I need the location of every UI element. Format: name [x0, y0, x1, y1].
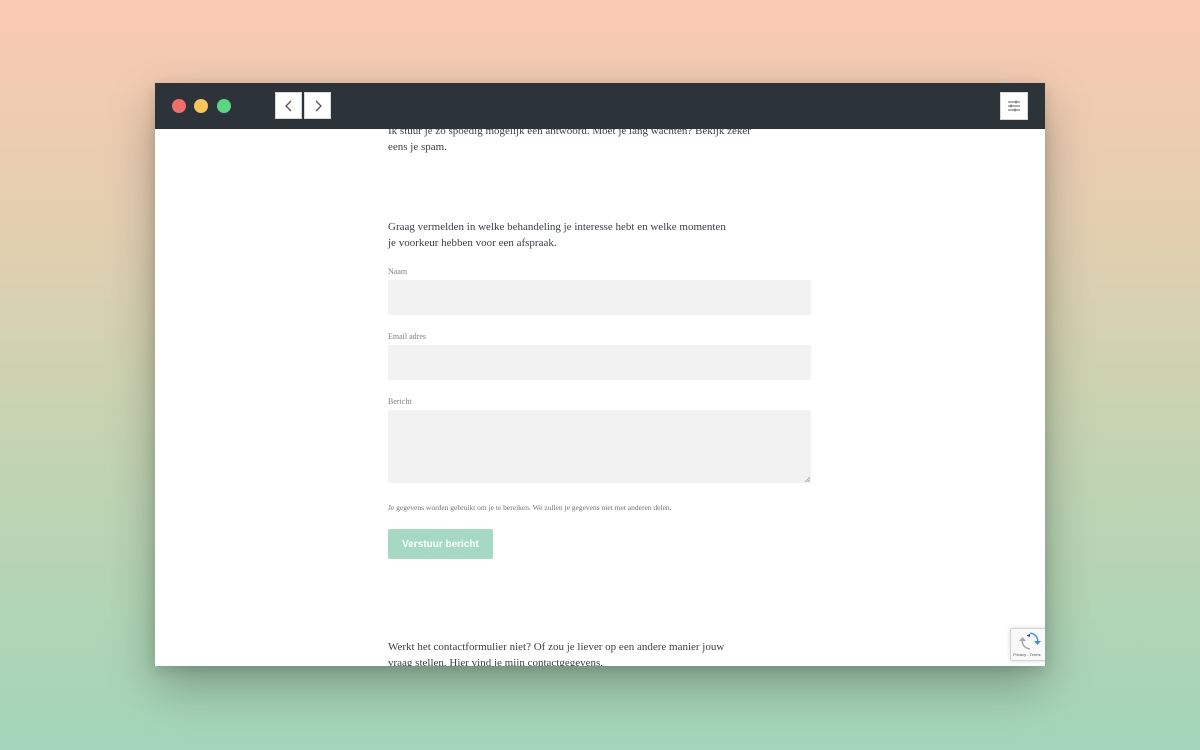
recaptcha-badge[interactable]: Privacy - Terms	[1010, 628, 1045, 661]
name-field[interactable]	[388, 280, 811, 315]
submit-button[interactable]: Verstuur bericht	[388, 529, 493, 559]
page-content: Ik stuur je zo spoedig mogelijk een antw…	[155, 83, 1045, 666]
menu-button[interactable]	[1000, 92, 1028, 120]
maximize-window-button[interactable]	[217, 99, 231, 113]
email-label: Email adres	[388, 332, 426, 341]
forward-button[interactable]	[304, 92, 331, 119]
message-field[interactable]	[388, 410, 811, 483]
resize-grip-icon[interactable]	[804, 476, 810, 482]
chevron-right-icon	[315, 100, 322, 111]
back-button[interactable]	[275, 92, 302, 119]
close-window-button[interactable]	[172, 99, 186, 113]
name-label: Naam	[388, 267, 408, 276]
email-field[interactable]	[388, 345, 811, 380]
recaptcha-terms[interactable]: Privacy - Terms	[1013, 652, 1040, 657]
contact-alternative-text: Werkt het contactformulier niet? Of zou …	[388, 641, 725, 666]
message-label: Bericht	[388, 397, 412, 406]
sliders-icon	[1008, 100, 1020, 112]
chevron-left-icon	[284, 100, 291, 111]
privacy-note: Je gegevens worden gebruikt om je te ber…	[388, 503, 672, 512]
recaptcha-icon	[1019, 632, 1041, 650]
browser-window: Ik stuur je zo spoedig mogelijk een antw…	[155, 83, 1045, 666]
window-titlebar	[155, 83, 1045, 129]
minimize-window-button[interactable]	[194, 99, 208, 113]
form-intro-text: Graag vermelden in welke behandeling je …	[388, 221, 726, 249]
